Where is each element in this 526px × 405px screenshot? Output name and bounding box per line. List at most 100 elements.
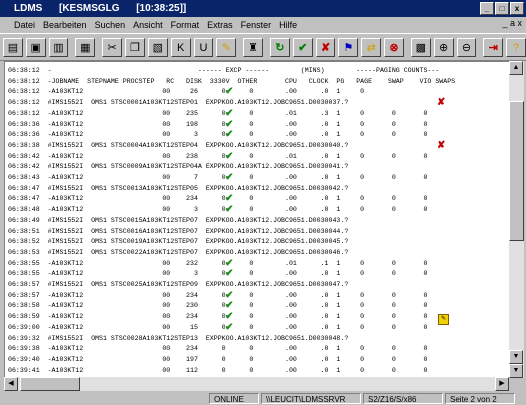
log-line: 06:38:38 #IMS1552I OMS1 STSC0004A103KT12… bbox=[8, 141, 349, 149]
menu-datei[interactable]: Datei bbox=[14, 20, 35, 30]
error-x-icon: ✘ bbox=[437, 139, 446, 151]
menu-bar: Datei Bearbeiten Suchen Ansicht Format E… bbox=[0, 17, 526, 32]
cut-icon[interactable]: ✂ bbox=[102, 37, 123, 57]
scroll-right-button[interactable]: ▶ bbox=[495, 377, 509, 391]
paste-icon[interactable]: ▧ bbox=[147, 37, 168, 57]
status-mode: ONLINE bbox=[209, 392, 259, 404]
log-line: 06:38:57 #IMS1552I OMS1 STSC0025A103KT12… bbox=[8, 281, 349, 288]
menu-format[interactable]: Format bbox=[171, 20, 200, 30]
menu-hilfe[interactable]: Hilfe bbox=[279, 20, 297, 30]
scroll-up-button[interactable]: ▲ bbox=[509, 61, 523, 75]
select-icon[interactable]: ▦ bbox=[75, 37, 96, 57]
exit-icon[interactable]: ⇥ bbox=[483, 37, 504, 57]
binoculars-icon[interactable]: ♜ bbox=[243, 37, 264, 57]
log-line: 06:38:12 -A103KT12 00 26 0 0 .00 .0 1 0 bbox=[8, 88, 365, 96]
save-icon[interactable]: ▣ bbox=[25, 37, 46, 57]
log-line: 06:38:12 #IMS1552I OMS1 STSC0001A103KT12… bbox=[8, 99, 349, 107]
check-icon: ✔ bbox=[225, 289, 234, 301]
grid-icon[interactable]: ▩ bbox=[410, 37, 431, 57]
menu-suchen[interactable]: Suchen bbox=[95, 20, 126, 30]
log-line: 06:38:57 -A103KT12 00 234 0 0 .00 .0 1 0… bbox=[8, 291, 428, 299]
toolbar: ▤ ▣ ▥ ▦ ✂ ❐ ▧ K U ✎ ♜ ↻ ✔ ✘ ⚑ ⇄ ⊗ ▩ ⊕ ⊖ ⇥? bbox=[0, 33, 526, 61]
log-line: 06:38:36 -A103KT12 00 198 0 0 .00 .0 1 0… bbox=[8, 120, 428, 128]
check-icon: ✔ bbox=[225, 257, 234, 269]
log-line: 06:38:47 -A103KT12 00 234 0 0 .00 .0 1 0… bbox=[8, 195, 428, 203]
copy-icon[interactable]: ❐ bbox=[125, 37, 145, 57]
log-header-line: 06:38:12 -JOBNAME STEPNAME PROCSTEP RC D… bbox=[8, 77, 456, 85]
note-icon[interactable]: ✎ bbox=[438, 314, 449, 325]
log-line: 06:38:58 -A103KT12 00 230 0 0 .00 .0 1 0… bbox=[8, 302, 428, 310]
log-view[interactable]: ✎ 06:38:12 - ------ EXCP ------ (MINS) -… bbox=[4, 61, 511, 378]
bold-icon[interactable]: K bbox=[170, 37, 191, 57]
log-line: 06:39:32 #IMS1552I OMS1 STSC0028A103KT12… bbox=[8, 334, 349, 342]
log-line: 06:38:53 #IMS1552I OMS1 STSC0022A103KT12… bbox=[8, 248, 349, 256]
log-line: 06:38:48 -A103KT12 00 3 0 0 .00 .0 1 0 0… bbox=[8, 206, 428, 214]
error-x-icon: ✘ bbox=[437, 97, 446, 109]
check-icon: ✔ bbox=[225, 300, 234, 312]
vertical-scroll-thumb[interactable] bbox=[509, 101, 524, 241]
cancel-icon[interactable]: ✘ bbox=[315, 37, 336, 57]
log-line: 06:38:36 -A103KT12 00 3 0 0 .00 .0 1 0 0… bbox=[8, 131, 428, 139]
check-icon: ✔ bbox=[225, 150, 234, 162]
check-icon: ✔ bbox=[225, 107, 234, 119]
page-down-button[interactable]: ▼ bbox=[509, 364, 523, 378]
horizontal-scroll-thumb[interactable] bbox=[20, 377, 80, 391]
stop-icon[interactable]: ⊗ bbox=[384, 37, 404, 57]
mdi-controls[interactable]: _ a x bbox=[502, 18, 522, 28]
check-icon: ✔ bbox=[225, 193, 234, 205]
log-line: 06:38:52 #IMS1552I OMS1 STSC0019A103KT12… bbox=[8, 238, 349, 246]
window-controls: _ □ x bbox=[480, 2, 524, 15]
check-icon: ✔ bbox=[225, 172, 234, 183]
check-icon: ✔ bbox=[225, 321, 234, 333]
menu-ansicht[interactable]: Ansicht bbox=[133, 20, 163, 30]
zoom-out-icon[interactable]: ⊖ bbox=[456, 37, 477, 57]
log-line: 06:39:40 -A103KT12 00 197 0 0 .00 .0 1 0… bbox=[8, 355, 428, 363]
menu-fenster[interactable]: Fenster bbox=[241, 20, 272, 30]
zoom-in-icon[interactable]: ⊕ bbox=[433, 37, 454, 57]
log-line: 06:39:38 -A103KT12 00 234 0 0 .00 .0 1 0… bbox=[8, 345, 428, 353]
help-icon[interactable]: ? bbox=[506, 37, 526, 57]
print-icon[interactable]: ▥ bbox=[48, 37, 69, 57]
vertical-scrollbar[interactable]: ▲ ▼ ▼ bbox=[509, 61, 524, 378]
refresh-icon[interactable]: ↻ bbox=[269, 37, 290, 57]
horizontal-scrollbar[interactable]: ◀ ▶ bbox=[4, 377, 509, 391]
app-window: LDMS [KESMSGLG [10:38:25]] _ □ x Datei B… bbox=[0, 0, 526, 405]
minimize-button[interactable]: _ bbox=[480, 2, 494, 15]
close-button[interactable]: x bbox=[510, 2, 524, 15]
log-line: 06:38:42 -A103KT12 00 238 0 0 .01 .0 1 0… bbox=[8, 152, 428, 160]
check-icon: ✔ bbox=[225, 268, 234, 280]
log-line: 06:38:49 #IMS1552I OMS1 STSC0015A103KT12… bbox=[8, 216, 349, 224]
status-bar: ONLINE \\LEUCIT\LDMSSRVR S2/Z16/S/x86 Se… bbox=[0, 391, 526, 405]
log-line: 06:38:55 -A103KT12 00 232 0 0 .01 .1 1 0… bbox=[8, 259, 428, 267]
log-line: 06:38:12 -A103KT12 00 235 0 0 .01 .3 1 0… bbox=[8, 109, 428, 117]
underline-icon[interactable]: U bbox=[193, 37, 214, 57]
log-line: 06:38:59 -A103KT12 00 234 0 0 .00 .0 1 0… bbox=[8, 313, 428, 321]
check-icon: ✔ bbox=[225, 118, 234, 130]
check-icon: ✔ bbox=[225, 204, 234, 216]
log-line: 06:38:55 -A103KT12 00 3 0 0 .00 .0 1 0 0… bbox=[8, 270, 428, 278]
check-icon: ✔ bbox=[225, 311, 234, 323]
log-line: 06:39:41 -A103KT12 00 112 0 0 .00 .0 1 0… bbox=[8, 366, 428, 374]
window-title: LDMS [KESMSGLG [10:38:25]] bbox=[14, 3, 187, 14]
menu-bearbeiten[interactable]: Bearbeiten bbox=[43, 20, 87, 30]
status-path: \\LEUCIT\LDMSSRVR bbox=[261, 392, 361, 404]
highlight-icon[interactable]: ✎ bbox=[216, 37, 237, 57]
check-icon: ✔ bbox=[225, 86, 234, 98]
scroll-down-button[interactable]: ▼ bbox=[509, 350, 523, 364]
check-icon: ✔ bbox=[225, 129, 234, 141]
status-file: S2/Z16/S/x86 bbox=[363, 392, 443, 404]
title-bar: LDMS [KESMSGLG [10:38:25]] _ □ x bbox=[0, 0, 526, 17]
log-line: 06:38:42 #IMS1552I OMS1 STSC0009A103KT12… bbox=[8, 163, 349, 171]
menu-extras[interactable]: Extras bbox=[207, 20, 233, 30]
open-icon[interactable]: ▤ bbox=[3, 37, 23, 57]
log-line: 06:39:00 -A103KT12 00 15 0 0 .00 .0 1 0 … bbox=[8, 323, 428, 331]
flag-icon[interactable]: ⚑ bbox=[338, 37, 359, 57]
maximize-button[interactable]: □ bbox=[495, 2, 509, 15]
log-line: 06:38:43 -A103KT12 00 7 0 0 .00 .0 1 0 0… bbox=[8, 174, 428, 181]
log-line: 06:38:47 #IMS1552I OMS1 STSC0013A103KT12… bbox=[8, 184, 349, 192]
check-icon[interactable]: ✔ bbox=[292, 37, 313, 57]
scroll-left-button[interactable]: ◀ bbox=[4, 377, 18, 391]
log-header-line: 06:38:12 - ------ EXCP ------ (MINS) ---… bbox=[8, 67, 440, 74]
arrows-icon[interactable]: ⇄ bbox=[361, 37, 382, 57]
log-line: 06:38:51 #IMS1552I OMS1 STSC0016A103KT12… bbox=[8, 227, 349, 235]
